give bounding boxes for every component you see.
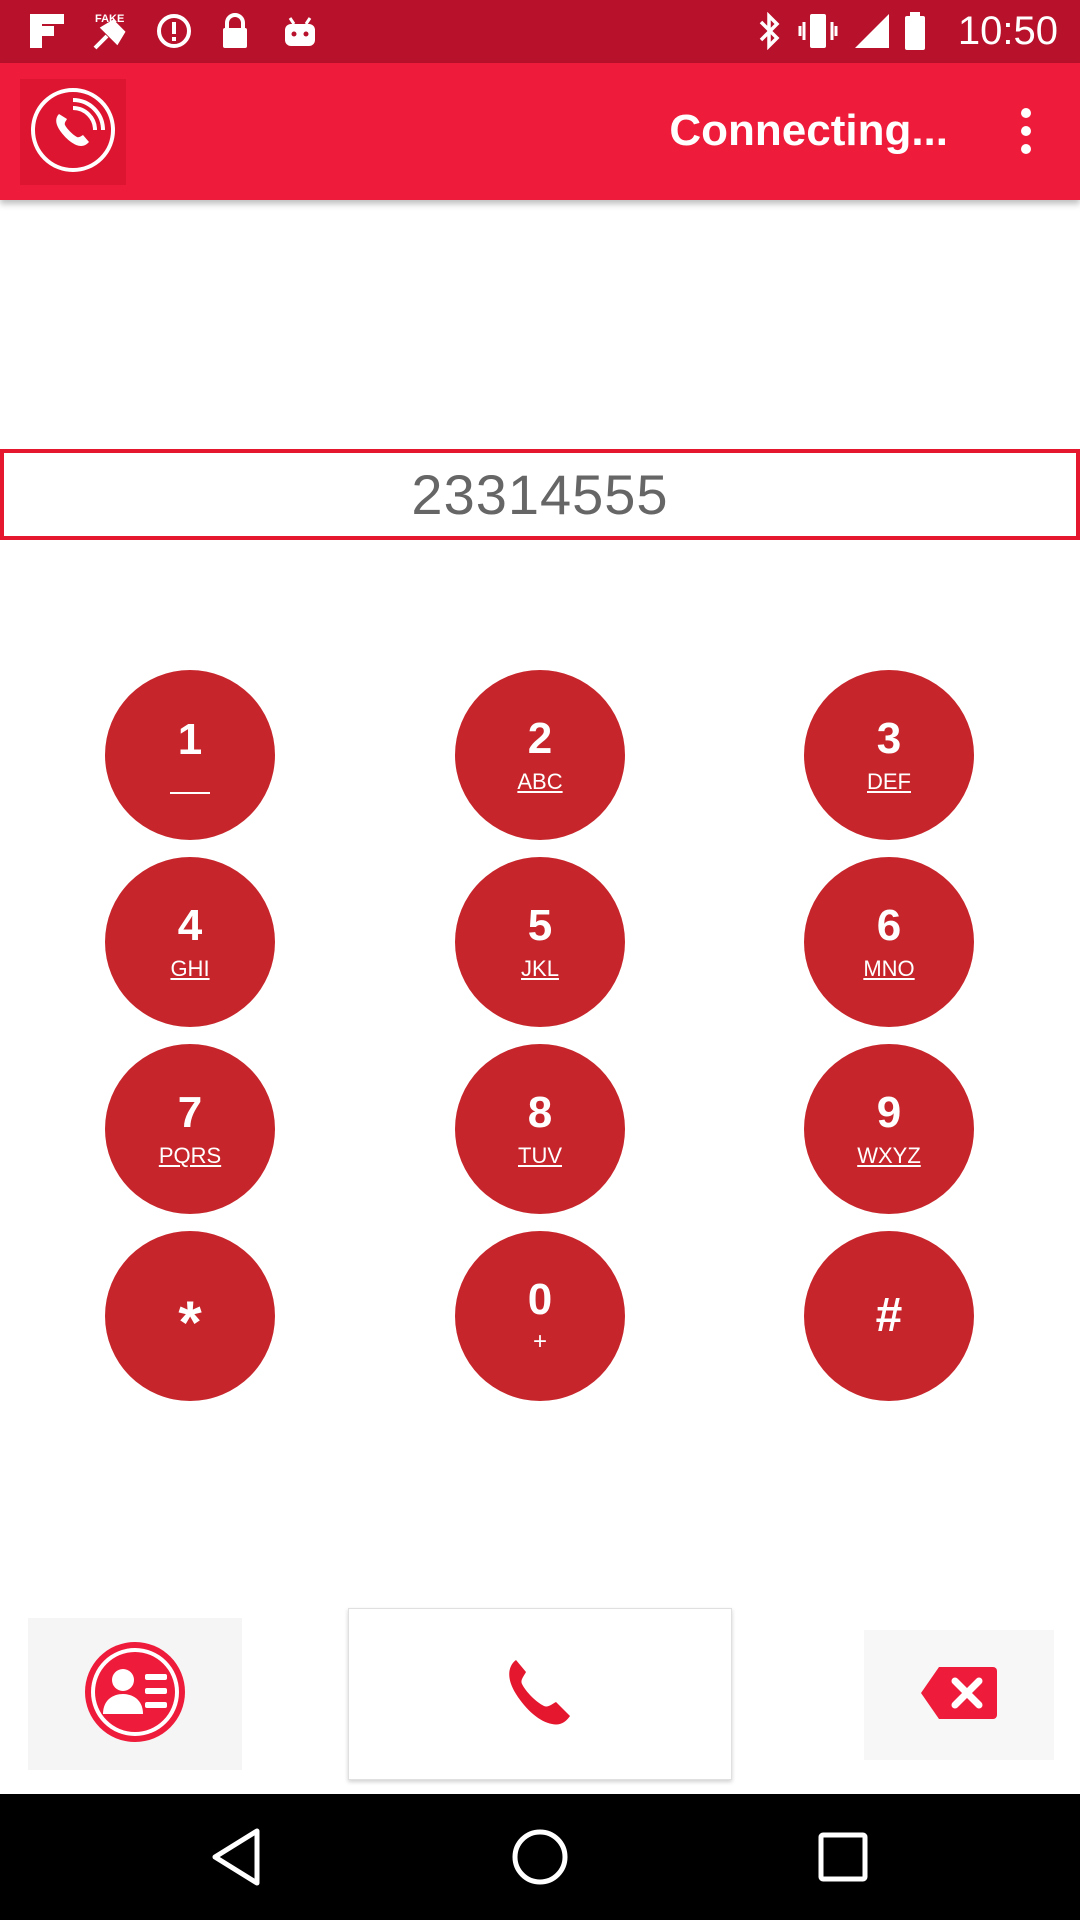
key-letters: ABC [517,769,563,794]
dialed-number: 23314555 [411,463,669,526]
app-bar: Connecting... [0,63,1080,200]
call-icon [502,1654,578,1735]
key-digit: 1 [177,715,203,764]
signal-icon [852,10,892,52]
key-2[interactable]: 2 ABC [455,670,625,840]
key-digit: 7 [177,1088,203,1137]
key-letters: TUV [518,1143,562,1168]
key-digit: 8 [527,1088,553,1137]
key-letters: WXYZ [857,1143,921,1168]
delete-button[interactable] [864,1630,1054,1760]
lock-icon [216,10,254,52]
android-icon [280,10,320,52]
status-bar: FAKE 10:50 [0,0,1080,63]
battery-icon [900,10,930,52]
more-vert-icon[interactable] [996,99,1056,163]
key-digit: 2 [527,714,553,763]
key-0[interactable]: 0 + [455,1231,625,1401]
key-digit: # [875,1289,903,1342]
key-star[interactable]: * [105,1231,275,1401]
flipboard-icon [26,10,68,52]
key-digit: 5 [527,901,553,950]
recents-icon[interactable] [810,1824,876,1890]
home-icon[interactable] [507,1824,573,1890]
navigation-bar [0,1794,1080,1920]
key-digit: 4 [177,901,203,950]
key-3[interactable]: 3 DEF [804,670,974,840]
key-4[interactable]: 4 GHI [105,857,275,1027]
bluetooth-icon [754,10,786,52]
key-letters: MNO [863,956,915,981]
key-digit: 0 [527,1275,553,1324]
contacts-button[interactable] [28,1618,242,1770]
key-letters [170,772,210,794]
key-8[interactable]: 8 TUV [455,1044,625,1214]
key-6[interactable]: 6 MNO [804,857,974,1027]
vibrate-icon [796,10,840,52]
fake-gps-icon: FAKE [88,10,136,52]
key-digit: 3 [876,714,902,763]
back-icon[interactable] [203,1824,269,1890]
key-1[interactable]: 1 [105,670,275,840]
info-icon [154,10,194,52]
key-digit: 6 [876,901,902,950]
key-letters: JKL [521,956,559,981]
app-logo[interactable] [20,79,126,185]
key-9[interactable]: 9 WXYZ [804,1044,974,1214]
phone-ring-icon [29,86,117,179]
key-5[interactable]: 5 JKL [455,857,625,1027]
key-letters: + [532,1328,547,1355]
contacts-icon [81,1638,189,1751]
key-digit: * [178,1289,202,1356]
key-7[interactable]: 7 PQRS [105,1044,275,1214]
key-letters: DEF [867,769,911,794]
key-letters: GHI [170,956,210,981]
number-display[interactable]: 23314555 [0,449,1080,540]
key-digit: 9 [876,1088,902,1137]
call-button[interactable] [348,1608,732,1780]
backspace-icon [919,1663,999,1728]
status-time: 10:50 [957,9,1058,53]
page-title: Connecting... [669,106,948,155]
key-hash[interactable]: # [804,1231,974,1401]
key-letters: PQRS [158,1143,222,1168]
